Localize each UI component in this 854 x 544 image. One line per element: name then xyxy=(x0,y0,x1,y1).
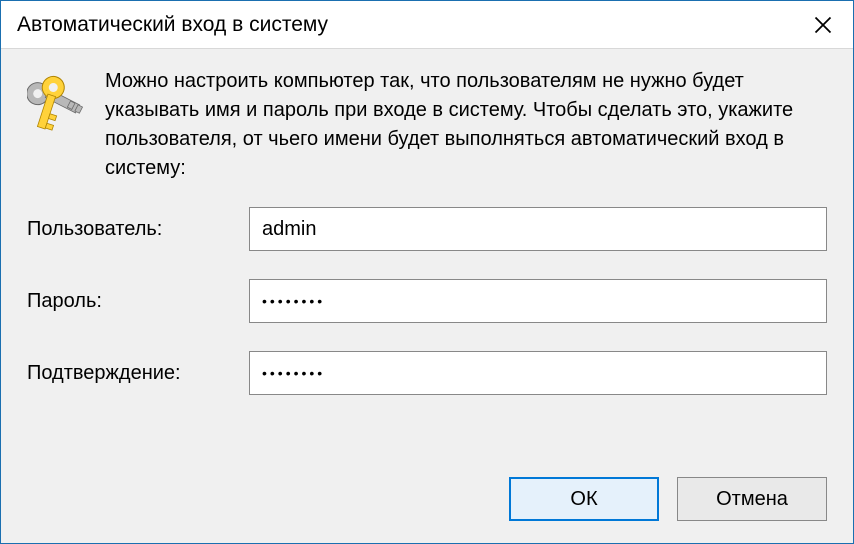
intro-row: Можно настроить компьютер так, что польз… xyxy=(27,67,827,183)
confirm-input[interactable] xyxy=(249,351,827,395)
cancel-button[interactable]: Отмена xyxy=(677,477,827,521)
auto-login-dialog: Автоматический вход в систему xyxy=(0,0,854,544)
username-label: Пользователь: xyxy=(27,218,249,241)
intro-text: Можно настроить компьютер так, что польз… xyxy=(105,67,827,183)
form-area: Пользователь: Пароль: Подтверждение: xyxy=(27,207,827,395)
close-button[interactable] xyxy=(793,1,853,49)
confirm-row: Подтверждение: xyxy=(27,351,827,395)
password-input[interactable] xyxy=(249,279,827,323)
password-label: Пароль: xyxy=(27,290,249,313)
confirm-label: Подтверждение: xyxy=(27,362,249,385)
titlebar: Автоматический вход в систему xyxy=(1,1,853,49)
dialog-content: Можно настроить компьютер так, что польз… xyxy=(1,49,853,451)
password-row: Пароль: xyxy=(27,279,827,323)
username-input[interactable] xyxy=(249,207,827,251)
close-icon xyxy=(814,16,832,34)
username-row: Пользователь: xyxy=(27,207,827,251)
window-title: Автоматический вход в систему xyxy=(17,13,328,37)
ok-button[interactable]: ОК xyxy=(509,477,659,521)
keys-icon xyxy=(27,73,83,143)
button-row: ОК Отмена xyxy=(1,451,853,543)
